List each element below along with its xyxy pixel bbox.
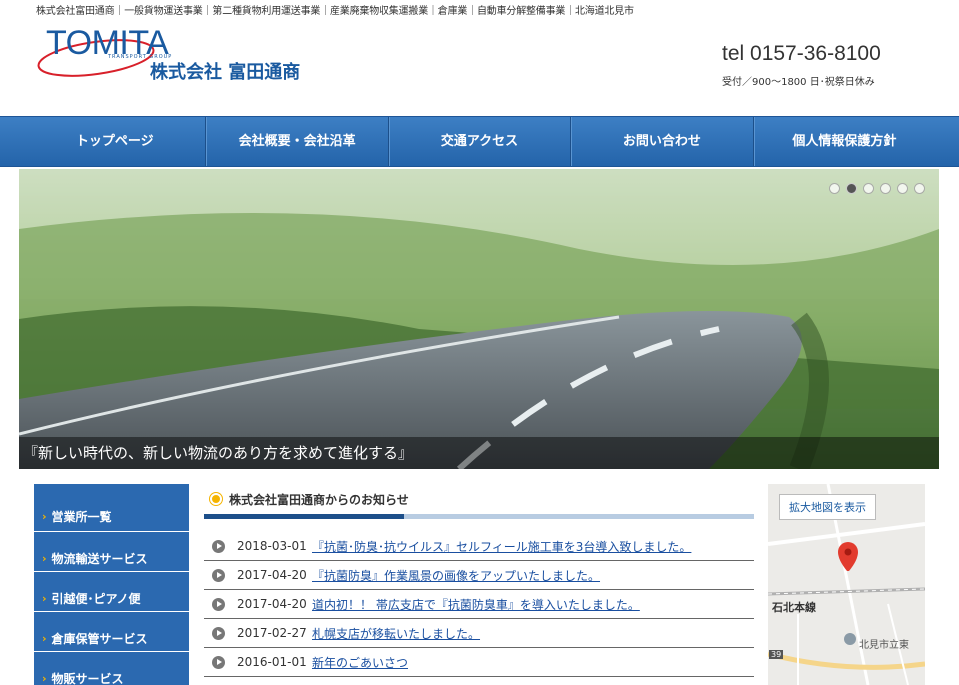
company-logo[interactable]: TOMITA TRANSPORT GROUP 株式会社 富田通商 — [36, 24, 326, 86]
google-map[interactable]: 拡大地図を表示 石北本線 北見市立東 39 — [768, 484, 925, 685]
news-link[interactable]: 『抗菌･防臭･抗ウイルス』セルフィール施工車を3台導入致しました。 — [312, 538, 691, 555]
news-heading: 株式会社富田通商からのお知らせ — [204, 484, 754, 514]
hero-slider[interactable]: 『新しい時代の、新しい物流のあり方を求めて進化する』 — [19, 169, 939, 469]
chevron-right-icon: › — [42, 672, 47, 685]
news-section: 株式会社富田通商からのお知らせ 2018-03-01 『抗菌･防臭･抗ウイルス』… — [204, 484, 754, 677]
news-link[interactable]: 道内初！！ 帯広支店で『抗菌防臭車』を導入いたしました。 — [312, 596, 640, 613]
header-tagline: 株式会社富田通商｜一般貨物運送事業｜第二種貨物利用運送事業｜産業廃棄物収集運搬業… — [36, 6, 634, 17]
chevron-right-icon: › — [42, 552, 47, 565]
enlarge-map-button[interactable]: 拡大地図を表示 — [779, 494, 876, 520]
slider-dots — [829, 183, 925, 194]
service-sidebar: › 営業所一覧 › 物流輸送サービス › 引越便･ピアノ便 › 倉庫保管サービス › 物販… — [34, 484, 189, 685]
slider-dot[interactable] — [863, 183, 874, 194]
news-row: 2017-04-20 道内初！！ 帯広支店で『抗菌防臭車』を導入いたしました。 — [204, 590, 754, 619]
news-row: 2018-03-01 『抗菌･防臭･抗ウイルス』セルフィール施工車を3台導入致し… — [204, 532, 754, 561]
news-date: 2018-03-01 — [237, 539, 307, 553]
news-date: 2017-04-20 — [237, 597, 307, 611]
business-hours: 受付／900～1800 日･祝祭日休み — [722, 77, 875, 88]
nav-item-top[interactable]: トップページ — [24, 117, 207, 166]
chevron-right-icon: › — [42, 592, 47, 605]
chevron-right-icon: › — [42, 510, 47, 523]
play-arrow-icon — [212, 626, 225, 640]
news-date: 2017-02-27 — [237, 626, 307, 640]
sidebar-item-label: 倉庫保管サービス — [51, 632, 148, 646]
slider-dot[interactable] — [897, 183, 908, 194]
news-link[interactable]: 『抗菌防臭』作業風景の画像をアップいたしました。 — [312, 567, 600, 584]
slider-dot[interactable] — [914, 183, 925, 194]
sidebar-item-label: 物販サービス — [51, 672, 124, 685]
company-name: 株式会社 富田通商 — [150, 62, 301, 83]
chevron-right-icon: › — [42, 632, 47, 645]
news-divider — [204, 514, 754, 519]
hero-caption: 『新しい時代の、新しい物流のあり方を求めて進化する』 — [19, 437, 939, 469]
map-label-place: 北見市立東 — [859, 640, 909, 651]
sidebar-item-label: 営業所一覧 — [51, 510, 112, 524]
play-arrow-icon — [212, 597, 225, 611]
slider-dot[interactable] — [880, 183, 891, 194]
news-link[interactable]: 札幌支店が移転いたしました。 — [312, 625, 480, 642]
slider-dot-active[interactable] — [846, 183, 857, 194]
news-link[interactable]: 新年のごあいさつ — [312, 654, 408, 671]
news-row: 2017-04-20 『抗菌防臭』作業風景の画像をアップいたしました。 — [204, 561, 754, 590]
sidebar-item-moving[interactable]: › 引越便･ピアノ便 — [34, 572, 189, 612]
route-number-badge: 39 — [769, 650, 784, 659]
sidebar-item-sales[interactable]: › 物販サービス — [34, 652, 189, 685]
play-arrow-icon — [212, 568, 225, 582]
nav-item-contact[interactable]: お問い合わせ — [571, 117, 754, 166]
phone-number: tel 0157-36-8100 — [722, 42, 881, 65]
news-row: 2016-01-01 新年のごあいさつ — [204, 648, 754, 677]
play-arrow-icon — [212, 655, 225, 669]
news-date: 2017-04-20 — [237, 568, 307, 582]
news-heading-text: 株式会社富田通商からのお知らせ — [229, 492, 409, 507]
bullet-circle-icon — [210, 493, 222, 505]
hero-image — [19, 169, 939, 469]
main-nav: トップページ 会社概要・会社沿革 交通アクセス お問い合わせ 個人情報保護方針 — [0, 116, 959, 167]
nav-item-company[interactable]: 会社概要・会社沿革 — [206, 117, 389, 166]
slider-dot[interactable] — [829, 183, 840, 194]
play-arrow-icon — [212, 539, 225, 553]
sidebar-item-logistics[interactable]: › 物流輸送サービス — [34, 532, 189, 572]
sidebar-item-label: 引越便･ピアノ便 — [51, 592, 141, 606]
sidebar-item-label: 物流輸送サービス — [51, 552, 148, 566]
nav-item-privacy[interactable]: 個人情報保護方針 — [754, 117, 935, 166]
sidebar-item-offices[interactable]: › 営業所一覧 — [34, 484, 189, 532]
map-label-rail: 石北本線 — [772, 601, 816, 614]
news-date: 2016-01-01 — [237, 655, 307, 669]
sidebar-item-storage[interactable]: › 倉庫保管サービス — [34, 612, 189, 652]
nav-item-access[interactable]: 交通アクセス — [389, 117, 572, 166]
news-row: 2017-02-27 札幌支店が移転いたしました。 — [204, 619, 754, 648]
